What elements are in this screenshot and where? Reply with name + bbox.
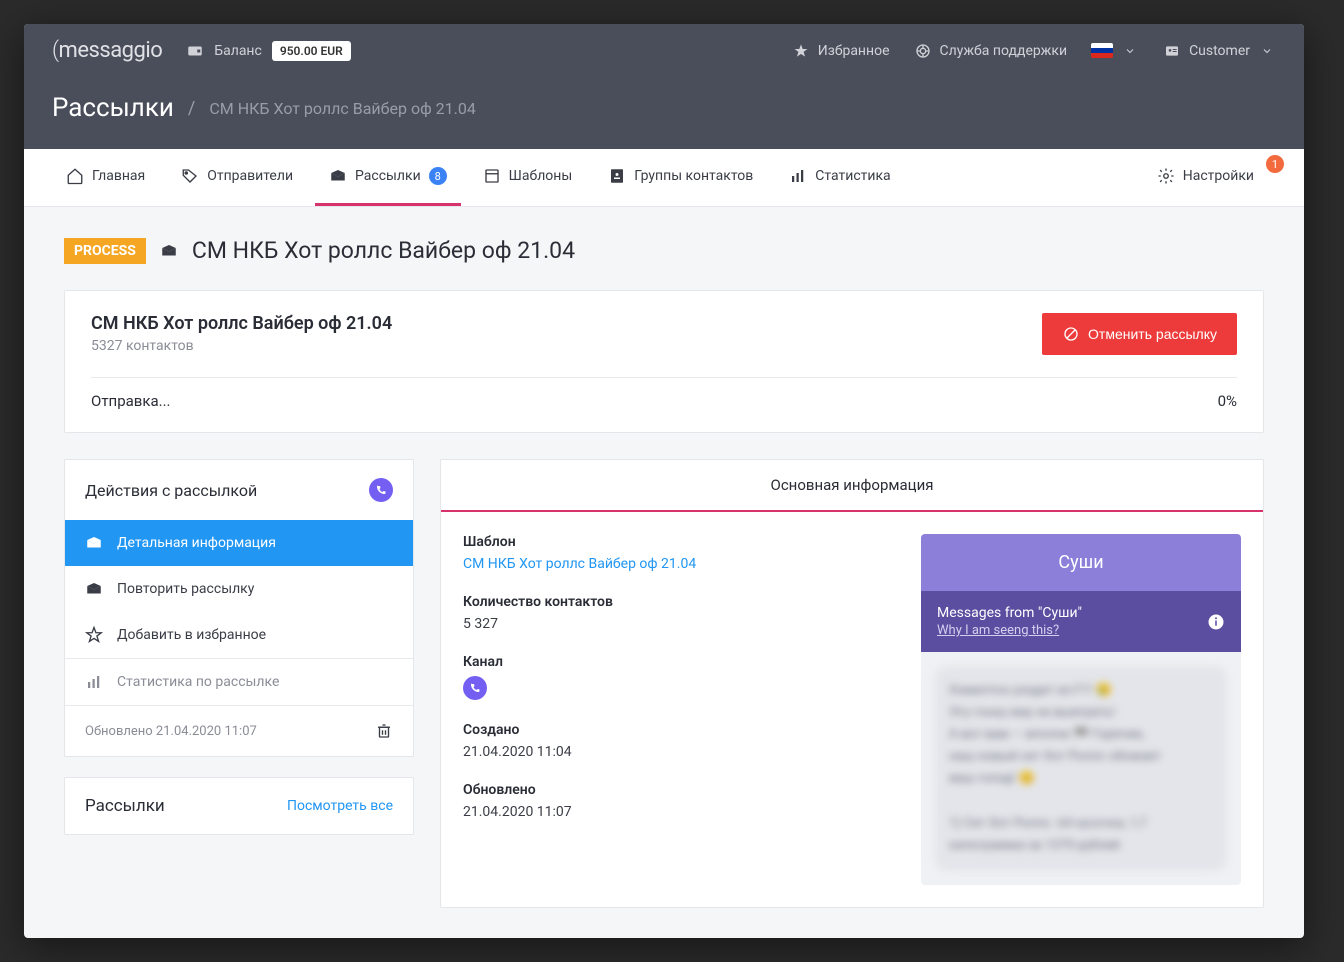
logo: messaggio bbox=[52, 38, 162, 63]
updated-label: Обновлено bbox=[463, 782, 899, 798]
info-card: Основная информация Шаблон СМ НКБ Хот ро… bbox=[440, 459, 1264, 908]
inbox-icon bbox=[85, 534, 103, 552]
customer-menu[interactable]: Customer bbox=[1163, 42, 1276, 60]
messages-from-label: Messages from "Суши" bbox=[937, 605, 1082, 621]
topbar: messaggio Баланс 950.00 EUR Избранное Сл… bbox=[24, 24, 1304, 77]
contacts-value: 5 327 bbox=[463, 616, 899, 632]
created-label: Создано bbox=[463, 722, 899, 738]
summary-card: СМ НКБ Хот роллс Вайбер оф 21.04 5327 ко… bbox=[64, 290, 1264, 433]
preview-message-bubble: Хэмилтон уходит из F1! 😢 Эту гонку ему н… bbox=[935, 666, 1227, 871]
inbox-icon bbox=[329, 167, 347, 185]
tab-campaigns[interactable]: Рассылки 8 bbox=[315, 149, 461, 206]
contacts-label: Количество контактов bbox=[463, 594, 899, 610]
settings-notification-badge: 1 bbox=[1266, 155, 1284, 173]
actions-updated: Обновлено 21.04.2020 11:07 bbox=[85, 724, 257, 739]
template-icon bbox=[483, 167, 501, 185]
breadcrumb-separator: / bbox=[188, 98, 195, 119]
nav-tabs: Главная Отправители Рассылки 8 Шаблоны Г… bbox=[24, 149, 1304, 207]
tab-contact-groups[interactable]: Группы контактов bbox=[594, 149, 767, 206]
info-icon[interactable] bbox=[1207, 613, 1225, 631]
bar-chart-icon bbox=[85, 673, 103, 691]
campaign-contacts: 5327 контактов bbox=[91, 338, 392, 354]
id-card-icon bbox=[1163, 42, 1181, 60]
cancel-campaign-button[interactable]: Отменить рассылку bbox=[1042, 313, 1237, 355]
tab-home[interactable]: Главная bbox=[52, 149, 159, 206]
status-badge: PROCESS bbox=[64, 238, 146, 264]
chevron-down-icon bbox=[1121, 42, 1139, 60]
campaigns-list-title: Рассылки bbox=[85, 796, 165, 816]
why-seeing-link[interactable]: Why I am seeng this? bbox=[937, 623, 1082, 638]
breadcrumb-current: СМ НКБ Хот роллс Вайбер оф 21.04 bbox=[209, 99, 476, 118]
tab-templates[interactable]: Шаблоны bbox=[469, 149, 587, 206]
app-window: messaggio Баланс 950.00 EUR Избранное Сл… bbox=[24, 24, 1304, 938]
balance[interactable]: Баланс 950.00 EUR bbox=[186, 41, 351, 61]
message-preview: Суши Messages from "Суши" Why I am seeng… bbox=[921, 534, 1241, 885]
cancel-icon bbox=[1062, 325, 1080, 343]
actions-title: Действия с рассылкой bbox=[85, 481, 257, 500]
flag-ru-icon bbox=[1091, 43, 1113, 58]
divider bbox=[91, 377, 1237, 378]
support-icon bbox=[914, 42, 932, 60]
support-link[interactable]: Служба поддержки bbox=[914, 42, 1068, 60]
template-link[interactable]: СМ НКБ Хот роллс Вайбер оф 21.04 bbox=[463, 556, 899, 572]
preview-sender: Суши bbox=[921, 534, 1241, 591]
bar-chart-icon bbox=[789, 167, 807, 185]
viber-icon bbox=[463, 676, 487, 700]
view-all-link[interactable]: Посмотреть все bbox=[287, 798, 393, 814]
created-value: 21.04.2020 11:04 bbox=[463, 744, 899, 760]
channel-label: Канал bbox=[463, 654, 899, 670]
campaigns-badge: 8 bbox=[429, 167, 447, 185]
action-stats[interactable]: Статистика по рассылке bbox=[65, 659, 413, 705]
delete-button[interactable] bbox=[375, 722, 393, 740]
tab-senders[interactable]: Отправители bbox=[167, 149, 307, 206]
star-icon bbox=[792, 42, 810, 60]
sending-percent: 0% bbox=[1218, 392, 1237, 410]
language-switcher[interactable] bbox=[1091, 42, 1139, 60]
home-icon bbox=[66, 167, 84, 185]
chevron-down-icon bbox=[1258, 42, 1276, 60]
inbox-icon bbox=[160, 242, 178, 260]
campaign-name: СМ НКБ Хот роллс Вайбер оф 21.04 bbox=[91, 313, 392, 334]
preview-subheader: Messages from "Суши" Why I am seeng this… bbox=[921, 591, 1241, 652]
tab-settings[interactable]: Настройки bbox=[1143, 149, 1268, 206]
page-title-row: PROCESS СМ НКБ Хот роллс Вайбер оф 21.04 bbox=[64, 237, 1264, 264]
gear-icon bbox=[1157, 167, 1175, 185]
campaigns-list-card: Рассылки Посмотреть все bbox=[64, 777, 414, 835]
info-tab[interactable]: Основная информация bbox=[441, 460, 1263, 512]
action-repeat[interactable]: Повторить рассылку bbox=[65, 566, 413, 612]
template-label: Шаблон bbox=[463, 534, 899, 550]
tab-statistics[interactable]: Статистика bbox=[775, 149, 904, 206]
updated-value: 21.04.2020 11:07 bbox=[463, 804, 899, 820]
action-favorite[interactable]: Добавить в избранное bbox=[65, 612, 413, 658]
balance-label: Баланс bbox=[214, 43, 262, 59]
breadcrumb: Рассылки / СМ НКБ Хот роллс Вайбер оф 21… bbox=[24, 77, 1304, 149]
actions-card: Действия с рассылкой Детальная информаци… bbox=[64, 459, 414, 757]
action-detail[interactable]: Детальная информация bbox=[65, 520, 413, 566]
star-outline-icon bbox=[85, 626, 103, 644]
breadcrumb-root[interactable]: Рассылки bbox=[52, 93, 174, 123]
viber-icon bbox=[369, 478, 393, 502]
content: PROCESS СМ НКБ Хот роллс Вайбер оф 21.04… bbox=[24, 207, 1304, 938]
favorites-link[interactable]: Избранное bbox=[792, 42, 890, 60]
inbox-icon bbox=[85, 580, 103, 598]
balance-amount: 950.00 EUR bbox=[272, 41, 351, 61]
sending-label: Отправка... bbox=[91, 392, 170, 410]
page-title: СМ НКБ Хот роллс Вайбер оф 21.04 bbox=[192, 237, 575, 264]
progress-row: Отправка... 0% bbox=[91, 392, 1237, 410]
contacts-icon bbox=[608, 167, 626, 185]
tag-icon bbox=[181, 167, 199, 185]
wallet-icon bbox=[186, 42, 204, 60]
